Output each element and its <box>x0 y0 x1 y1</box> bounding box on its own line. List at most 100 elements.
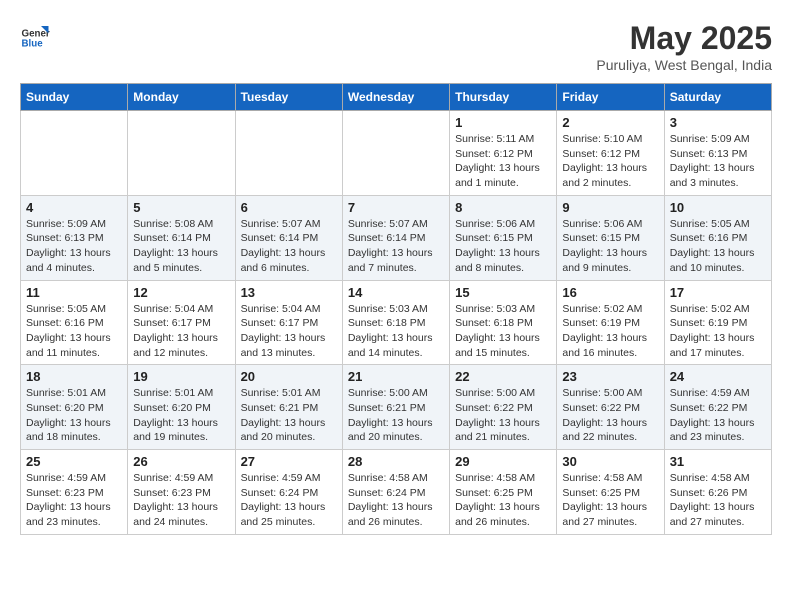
day-number: 11 <box>26 285 122 300</box>
day-info: Sunrise: 5:03 AMSunset: 6:18 PMDaylight:… <box>348 302 444 361</box>
calendar-cell: 29 Sunrise: 4:58 AMSunset: 6:25 PMDayligh… <box>450 450 557 535</box>
day-number: 28 <box>348 454 444 469</box>
weekday-header-monday: Monday <box>128 84 235 111</box>
calendar-cell: 6 Sunrise: 5:07 AMSunset: 6:14 PMDaylight… <box>235 195 342 280</box>
calendar-cell: 8Sunrise: 5:06 AMSunset: 6:15 PMDaylight… <box>450 195 557 280</box>
calendar-cell: 1Sunrise: 5:11 AMSunset: 6:12 PMDaylight… <box>450 111 557 196</box>
day-number: 15 <box>455 285 551 300</box>
calendar-cell: 9 Sunrise: 5:06 AMSunset: 6:15 PMDaylight… <box>557 195 664 280</box>
calendar-week-row: 1Sunrise: 5:11 AMSunset: 6:12 PMDaylight… <box>21 111 772 196</box>
page-header: General Blue May 2025 Puruliya, West Ben… <box>20 20 772 73</box>
day-number: 10 <box>670 200 766 215</box>
calendar-table: SundayMondayTuesdayWednesdayThursdayFrid… <box>20 83 772 535</box>
day-number: 30 <box>562 454 658 469</box>
calendar-cell: 16 Sunrise: 5:02 AMSunset: 6:19 PMDayligh… <box>557 280 664 365</box>
calendar-cell <box>128 111 235 196</box>
calendar-cell: 19 Sunrise: 5:01 AMSunset: 6:20 PMDayligh… <box>128 365 235 450</box>
day-info: Sunrise: 5:04 AMSunset: 6:17 PMDaylight:… <box>133 302 229 361</box>
calendar-cell: 13 Sunrise: 5:04 AMSunset: 6:17 PMDayligh… <box>235 280 342 365</box>
svg-text:Blue: Blue <box>22 38 44 49</box>
day-number: 29 <box>455 454 551 469</box>
day-number: 19 <box>133 369 229 384</box>
calendar-cell: 3Sunrise: 5:09 AMSunset: 6:13 PMDaylight… <box>664 111 771 196</box>
day-info: Sunrise: 5:00 AMSunset: 6:21 PMDaylight:… <box>348 386 444 445</box>
calendar-cell: 7 Sunrise: 5:07 AMSunset: 6:14 PMDaylight… <box>342 195 449 280</box>
calendar-cell <box>21 111 128 196</box>
calendar-cell: 18 Sunrise: 5:01 AMSunset: 6:20 PMDayligh… <box>21 365 128 450</box>
day-info: Sunrise: 4:58 AMSunset: 6:25 PMDaylight:… <box>562 471 658 530</box>
day-number: 18 <box>26 369 122 384</box>
calendar-cell: 30 Sunrise: 4:58 AMSunset: 6:25 PMDayligh… <box>557 450 664 535</box>
day-number: 23 <box>562 369 658 384</box>
logo: General Blue <box>20 20 50 50</box>
day-number: 7 <box>348 200 444 215</box>
day-info: Sunrise: 5:05 AMSunset: 6:16 PMDaylight:… <box>26 302 122 361</box>
day-number: 3 <box>670 115 766 130</box>
day-info: Sunrise: 4:58 AMSunset: 6:26 PMDaylight:… <box>670 471 766 530</box>
calendar-cell: 17 Sunrise: 5:02 AMSunset: 6:19 PMDayligh… <box>664 280 771 365</box>
day-info: Sunrise: 5:00 AMSunset: 6:22 PMDaylight:… <box>562 386 658 445</box>
day-info: Sunrise: 5:01 AMSunset: 6:21 PMDaylight:… <box>241 386 337 445</box>
day-number: 27 <box>241 454 337 469</box>
day-info: Sunrise: 5:07 AMSunset: 6:14 PMDaylight:… <box>241 217 337 276</box>
calendar-cell: 12 Sunrise: 5:04 AMSunset: 6:17 PMDayligh… <box>128 280 235 365</box>
weekday-header-friday: Friday <box>557 84 664 111</box>
day-number: 24 <box>670 369 766 384</box>
location: Puruliya, West Bengal, India <box>596 57 772 73</box>
logo-icon: General Blue <box>20 20 50 50</box>
calendar-cell: 24Sunrise: 4:59 AMSunset: 6:22 PMDayligh… <box>664 365 771 450</box>
calendar-cell: 15 Sunrise: 5:03 AMSunset: 6:18 PMDayligh… <box>450 280 557 365</box>
day-number: 20 <box>241 369 337 384</box>
calendar-cell: 27Sunrise: 4:59 AMSunset: 6:24 PMDayligh… <box>235 450 342 535</box>
calendar-cell: 28 Sunrise: 4:58 AMSunset: 6:24 PMDayligh… <box>342 450 449 535</box>
calendar-week-row: 18 Sunrise: 5:01 AMSunset: 6:20 PMDayligh… <box>21 365 772 450</box>
calendar-cell: 26Sunrise: 4:59 AMSunset: 6:23 PMDayligh… <box>128 450 235 535</box>
day-number: 25 <box>26 454 122 469</box>
calendar-cell: 20 Sunrise: 5:01 AMSunset: 6:21 PMDayligh… <box>235 365 342 450</box>
calendar-cell: 23 Sunrise: 5:00 AMSunset: 6:22 PMDayligh… <box>557 365 664 450</box>
day-info: Sunrise: 4:58 AMSunset: 6:25 PMDaylight:… <box>455 471 551 530</box>
day-info: Sunrise: 4:59 AMSunset: 6:23 PMDaylight:… <box>26 471 122 530</box>
day-number: 31 <box>670 454 766 469</box>
calendar-cell <box>342 111 449 196</box>
day-info: Sunrise: 5:01 AMSunset: 6:20 PMDaylight:… <box>133 386 229 445</box>
day-number: 21 <box>348 369 444 384</box>
day-info: Sunrise: 5:04 AMSunset: 6:17 PMDaylight:… <box>241 302 337 361</box>
weekday-header-wednesday: Wednesday <box>342 84 449 111</box>
calendar-cell: 22 Sunrise: 5:00 AMSunset: 6:22 PMDayligh… <box>450 365 557 450</box>
calendar-cell: 10 Sunrise: 5:05 AMSunset: 6:16 PMDayligh… <box>664 195 771 280</box>
day-info: Sunrise: 5:01 AMSunset: 6:20 PMDaylight:… <box>26 386 122 445</box>
day-info: Sunrise: 5:02 AMSunset: 6:19 PMDaylight:… <box>670 302 766 361</box>
day-info: Sunrise: 5:05 AMSunset: 6:16 PMDaylight:… <box>670 217 766 276</box>
day-info: Sunrise: 5:06 AMSunset: 6:15 PMDaylight:… <box>455 217 551 276</box>
weekday-header-tuesday: Tuesday <box>235 84 342 111</box>
calendar-cell: 25 Sunrise: 4:59 AMSunset: 6:23 PMDayligh… <box>21 450 128 535</box>
day-info: Sunrise: 5:10 AMSunset: 6:12 PMDaylight:… <box>562 132 658 191</box>
day-number: 16 <box>562 285 658 300</box>
day-info: Sunrise: 5:09 AMSunset: 6:13 PMDaylight:… <box>26 217 122 276</box>
day-info: Sunrise: 5:08 AMSunset: 6:14 PMDaylight:… <box>133 217 229 276</box>
day-info: Sunrise: 5:03 AMSunset: 6:18 PMDaylight:… <box>455 302 551 361</box>
calendar-cell: 14Sunrise: 5:03 AMSunset: 6:18 PMDayligh… <box>342 280 449 365</box>
day-info: Sunrise: 5:07 AMSunset: 6:14 PMDaylight:… <box>348 217 444 276</box>
day-number: 6 <box>241 200 337 215</box>
calendar-cell: 21 Sunrise: 5:00 AMSunset: 6:21 PMDayligh… <box>342 365 449 450</box>
day-number: 17 <box>670 285 766 300</box>
day-number: 13 <box>241 285 337 300</box>
calendar-cell: 2Sunrise: 5:10 AMSunset: 6:12 PMDaylight… <box>557 111 664 196</box>
day-number: 22 <box>455 369 551 384</box>
calendar-cell <box>235 111 342 196</box>
day-info: Sunrise: 5:02 AMSunset: 6:19 PMDaylight:… <box>562 302 658 361</box>
day-info: Sunrise: 5:06 AMSunset: 6:15 PMDaylight:… <box>562 217 658 276</box>
calendar-week-row: 25 Sunrise: 4:59 AMSunset: 6:23 PMDayligh… <box>21 450 772 535</box>
day-info: Sunrise: 4:59 AMSunset: 6:23 PMDaylight:… <box>133 471 229 530</box>
day-number: 12 <box>133 285 229 300</box>
day-info: Sunrise: 5:00 AMSunset: 6:22 PMDaylight:… <box>455 386 551 445</box>
day-number: 9 <box>562 200 658 215</box>
day-info: Sunrise: 4:58 AMSunset: 6:24 PMDaylight:… <box>348 471 444 530</box>
calendar-cell: 31 Sunrise: 4:58 AMSunset: 6:26 PMDayligh… <box>664 450 771 535</box>
calendar-week-row: 11 Sunrise: 5:05 AMSunset: 6:16 PMDayligh… <box>21 280 772 365</box>
weekday-header-thursday: Thursday <box>450 84 557 111</box>
day-number: 4 <box>26 200 122 215</box>
weekday-header-sunday: Sunday <box>21 84 128 111</box>
